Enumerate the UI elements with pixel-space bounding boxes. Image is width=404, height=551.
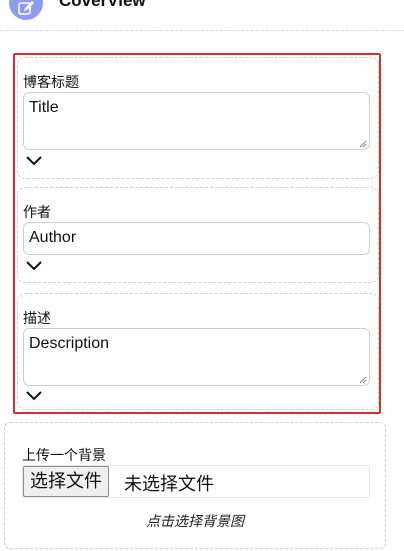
resize-grip-icon[interactable] [359,376,367,384]
upload-hint[interactable]: 点击选择背景图 [5,511,385,531]
title-field-card: 博客标题 Title [17,57,379,179]
author-input[interactable]: Author [23,222,370,255]
chevron-down-icon[interactable] [25,390,43,402]
description-label: 描述 [23,311,51,327]
upload-label: 上传一个背景 [22,448,106,464]
choose-file-button[interactable]: 选择文件 [23,466,109,497]
chevron-down-icon[interactable] [25,260,43,272]
resize-grip-icon[interactable] [359,140,367,148]
blog-form: 博客标题 Title 作者 Author 描述 Description [13,53,381,414]
app-header: CoverView [0,0,404,31]
edit-icon [9,0,43,20]
title-label: 博客标题 [23,75,79,91]
background-upload-card: 上传一个背景 选择文件 未选择文件 点击选择背景图 [4,422,386,549]
file-status: 未选择文件 [124,474,214,495]
chevron-down-icon[interactable] [25,155,43,167]
title-textarea[interactable]: Title [23,92,370,150]
file-input[interactable]: 选择文件 未选择文件 [22,465,370,498]
author-field-card: 作者 Author [17,187,379,283]
author-label: 作者 [23,205,51,221]
description-textarea[interactable]: Description [23,328,370,386]
description-field-card: 描述 Description [17,293,379,410]
app-title: CoverView [59,0,146,10]
